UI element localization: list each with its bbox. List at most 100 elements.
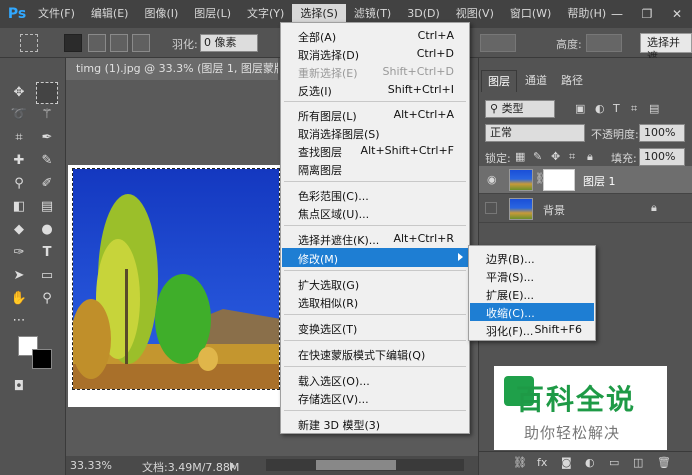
crop-tool-icon[interactable]: ⌗: [8, 127, 30, 149]
submenu-item-smooth[interactable]: 平滑(S)...: [470, 267, 594, 285]
menu-item-all-layers[interactable]: 所有图层(L) Alt+Ctrl+A: [282, 105, 468, 124]
menu-edit[interactable]: 编辑(E): [83, 4, 137, 24]
eyedropper-tool-icon[interactable]: ✒: [36, 127, 58, 149]
layer-name[interactable]: 图层 1: [583, 173, 616, 189]
opacity-input[interactable]: 100%: [639, 124, 685, 142]
new-selection-icon[interactable]: [64, 34, 82, 52]
menu-view[interactable]: 视图(V): [448, 4, 502, 24]
pen-tool-icon[interactable]: ✑: [8, 242, 30, 264]
height-input[interactable]: [586, 34, 622, 52]
link-layers-icon[interactable]: ⛓: [513, 456, 527, 469]
add-selection-icon[interactable]: [88, 34, 106, 52]
lock-artboard-icon[interactable]: ⌗: [569, 150, 575, 164]
layer-mask-thumbnail[interactable]: [543, 169, 575, 191]
select-and-mask-button[interactable]: 选择并遮: [640, 33, 692, 63]
eraser-tool-icon[interactable]: ◧: [8, 196, 30, 218]
document-tab[interactable]: timg (1).jpg @ 33.3% (图层 1, 图层蒙版/8): [66, 58, 278, 80]
visibility-toggle[interactable]: [485, 202, 497, 214]
restore-button[interactable]: ❐: [632, 7, 662, 21]
menu-file[interactable]: 文件(F): [30, 4, 83, 24]
lock-all-icon[interactable]: 🔒︎: [587, 150, 593, 164]
adjustment-layer-icon[interactable]: ◐: [585, 456, 595, 469]
scrollbar-thumb[interactable]: [316, 460, 396, 470]
menu-item-inverse[interactable]: 反选(I) Shift+Ctrl+I: [282, 80, 468, 99]
horizontal-scrollbar[interactable]: [266, 459, 464, 471]
menu-select[interactable]: 选择(S): [292, 4, 346, 24]
move-tool-icon[interactable]: ✥: [8, 82, 30, 104]
menu-item-quick-mask[interactable]: 在快速蒙版模式下编辑(Q): [282, 344, 468, 363]
filter-pixel-icon[interactable]: ▣: [575, 102, 585, 115]
menu-item-deselect[interactable]: 取消选择(D) Ctrl+D: [282, 44, 468, 63]
intersect-selection-icon[interactable]: [132, 34, 150, 52]
zoom-level[interactable]: 33.33%: [70, 459, 112, 472]
layer-name[interactable]: 背景: [543, 202, 565, 218]
menu-3d[interactable]: 3D(D): [399, 4, 448, 24]
blend-mode-select[interactable]: 正常: [485, 124, 585, 142]
status-menu-icon[interactable]: [230, 462, 235, 470]
type-tool-icon[interactable]: T: [36, 242, 58, 264]
menu-item-select-and-mask[interactable]: 选择并遮住(K)... Alt+Ctrl+R: [282, 229, 468, 248]
quick-mask-icon[interactable]: ◘: [8, 376, 30, 398]
close-button[interactable]: ✕: [662, 7, 692, 21]
menu-item-deselect-layers[interactable]: 取消选择图层(S): [282, 123, 468, 142]
menu-layer[interactable]: 图层(L): [186, 4, 239, 24]
fill-input[interactable]: 100%: [639, 148, 685, 166]
tab-layers[interactable]: 图层: [481, 70, 517, 92]
gradient-tool-icon[interactable]: ▤: [36, 196, 58, 218]
hand-tool-icon[interactable]: ✋: [8, 288, 30, 310]
clone-stamp-tool-icon[interactable]: ⚲: [8, 173, 30, 195]
menu-item-isolate-layers[interactable]: 隔离图层: [282, 159, 468, 178]
menu-window[interactable]: 窗口(W): [502, 4, 559, 24]
background-color-swatch[interactable]: [32, 349, 52, 369]
subtract-selection-icon[interactable]: [110, 34, 128, 52]
menu-image[interactable]: 图像(I): [136, 4, 186, 24]
filter-type-icon[interactable]: T: [613, 102, 620, 115]
filter-adjust-icon[interactable]: ◐: [595, 102, 605, 115]
menu-item-modify[interactable]: 修改(M): [282, 248, 468, 267]
rectangle-tool-icon[interactable]: ▭: [36, 265, 58, 287]
layer-row-background[interactable]: 背景 🔒︎: [479, 195, 692, 223]
menu-type[interactable]: 文字(Y): [239, 4, 292, 24]
submenu-item-border[interactable]: 边界(B)...: [470, 249, 594, 267]
group-icon[interactable]: ▭: [609, 456, 619, 469]
menu-item-grow[interactable]: 扩大选取(G): [282, 274, 468, 293]
filter-smart-icon[interactable]: ▤: [649, 102, 659, 115]
more-tools-icon[interactable]: ⋯: [8, 310, 30, 332]
visibility-eye-icon[interactable]: ◉: [487, 173, 497, 186]
minimize-button[interactable]: —: [602, 7, 632, 21]
magic-wand-tool-icon[interactable]: ⚚: [36, 104, 58, 126]
menu-item-all[interactable]: 全部(A) Ctrl+A: [282, 26, 468, 45]
lock-position-icon[interactable]: ✥: [551, 150, 560, 163]
menu-item-save-selection[interactable]: 存储选区(V)...: [282, 388, 468, 407]
brush-tool-icon[interactable]: ✎: [36, 150, 58, 172]
new-layer-icon[interactable]: ◫: [633, 456, 643, 469]
layer-filter-select[interactable]: ⚲ 类型: [485, 100, 555, 118]
feather-input[interactable]: 0 像素: [200, 34, 258, 52]
lock-pixels-icon[interactable]: ✎: [533, 150, 542, 163]
filter-shape-icon[interactable]: ⌗: [631, 102, 637, 116]
healing-brush-tool-icon[interactable]: ✚: [8, 150, 30, 172]
blur-tool-icon[interactable]: ◆: [8, 219, 30, 241]
layer-row-layer1[interactable]: ◉ ⛓ 图层 1: [479, 166, 692, 194]
menu-item-color-range[interactable]: 色彩范围(C)...: [282, 185, 468, 204]
submenu-item-feather[interactable]: 羽化(F)... Shift+F6: [470, 321, 594, 339]
menu-item-new-3d-model[interactable]: 新建 3D 模型(3): [282, 414, 468, 433]
path-select-tool-icon[interactable]: ➤: [8, 265, 30, 287]
submenu-item-expand[interactable]: 扩展(E)...: [470, 285, 594, 303]
tab-channels[interactable]: 通道: [519, 70, 553, 92]
menu-item-transform-selection[interactable]: 变换选区(T): [282, 318, 468, 337]
submenu-item-contract[interactable]: 收缩(C)...: [470, 303, 594, 321]
menu-item-focus-area[interactable]: 焦点区域(U)...: [282, 203, 468, 222]
menu-filter[interactable]: 滤镜(T): [346, 4, 399, 24]
menu-item-load-selection[interactable]: 载入选区(O)...: [282, 370, 468, 389]
lasso-tool-icon[interactable]: ➰: [8, 104, 30, 126]
rect-marquee-tool-icon[interactable]: [36, 82, 58, 104]
menu-item-similar[interactable]: 选取相似(R): [282, 292, 468, 311]
marquee-preset-icon[interactable]: [20, 34, 38, 52]
lock-transparent-icon[interactable]: ▦: [515, 150, 525, 163]
delete-layer-icon[interactable]: 🗑︎: [657, 456, 671, 469]
history-brush-tool-icon[interactable]: ✐: [36, 173, 58, 195]
zoom-tool-icon[interactable]: ⚲: [36, 288, 58, 310]
width-input[interactable]: [480, 34, 516, 52]
tab-paths[interactable]: 路径: [555, 70, 589, 92]
